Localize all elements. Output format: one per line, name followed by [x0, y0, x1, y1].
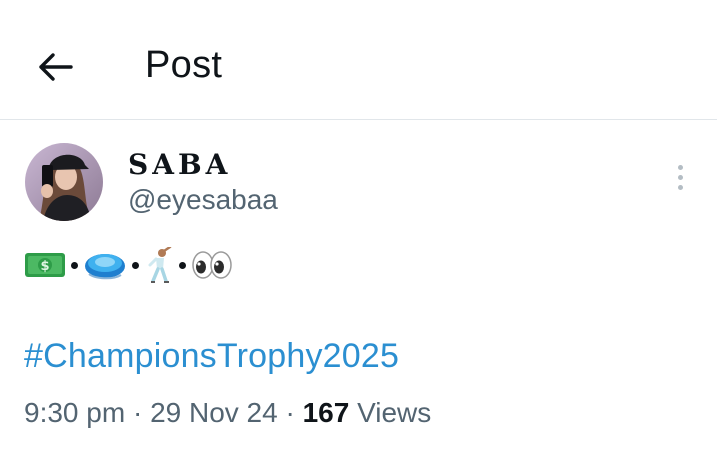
meta-separator: · [277, 397, 303, 428]
views-label: Views [357, 397, 432, 428]
post-date[interactable]: 29 Nov 24 [150, 397, 278, 428]
flying-disc-icon [85, 254, 125, 280]
more-dot [677, 184, 683, 190]
svg-text:$: $ [40, 259, 49, 274]
more-dot [677, 174, 683, 180]
author-handle[interactable]: @eyesabaa [128, 184, 278, 216]
dancing-man-icon [148, 247, 172, 283]
eyes-icon [192, 251, 232, 279]
post-text-emojis: $ [24, 247, 233, 283]
back-button[interactable] [30, 42, 80, 92]
meta-separator: · [125, 397, 151, 428]
page-title: Post [145, 44, 223, 86]
arrow-left-icon [39, 53, 73, 81]
more-vertical-icon [677, 164, 683, 170]
money-banknote-icon: $ [25, 253, 65, 277]
separator-dot [71, 261, 78, 269]
post-meta: 9:30 pm · 29 Nov 24 · 167 Views [24, 397, 431, 429]
post-time[interactable]: 9:30 pm [24, 397, 125, 428]
more-options-button[interactable] [664, 160, 696, 194]
hashtag-link[interactable]: #ChampionsTrophy2025 [24, 337, 399, 376]
views-count: 167 [302, 397, 350, 428]
avatar[interactable] [25, 143, 103, 221]
avatar-photo [25, 143, 103, 221]
separator-dot [179, 261, 186, 269]
separator-dot [132, 261, 139, 269]
author-display-name[interactable]: SABA [128, 148, 231, 181]
top-bar: Post [0, 0, 717, 120]
